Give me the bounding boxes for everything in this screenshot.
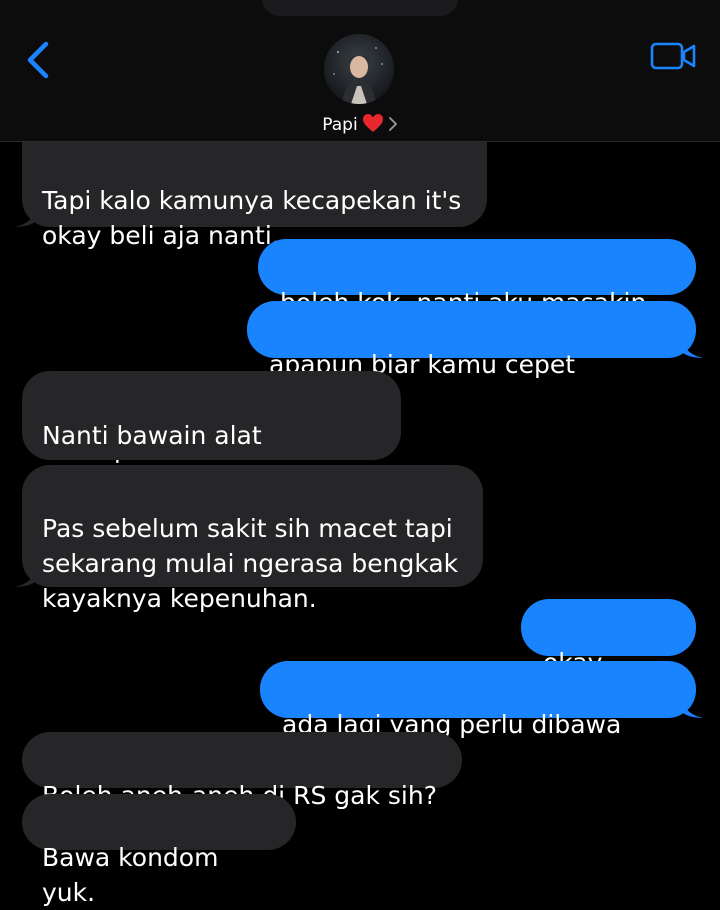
contact-photo: [324, 34, 394, 104]
chevron-right-icon: [388, 117, 397, 131]
message-text: Pas sebelum sakit sih macet tapi sekaran…: [42, 514, 459, 613]
message-bubble-sent[interactable]: boleh kok, nanti aku masakin ya: [258, 239, 696, 352]
message-bubble-sent[interactable]: okay noted: [521, 599, 696, 712]
bubble-tail: [14, 207, 36, 227]
message-bubble-sent[interactable]: apapun biar kamu cepet sembuh: [247, 301, 704, 414]
message-bubble-received[interactable]: Nanti bawain alat pumping sekalian.: [22, 371, 401, 520]
chevron-left-icon: [27, 41, 49, 79]
conversation-header: Papi: [0, 0, 720, 142]
message-text: Bawa kondom yuk.: [42, 843, 219, 907]
facetime-video-button[interactable]: [650, 40, 698, 72]
red-heart-icon: [362, 114, 383, 132]
message-bubble-received[interactable]: Bawa kondom yuk.: [22, 794, 296, 907]
contact-name: Papi: [322, 115, 358, 135]
video-camera-icon: [650, 42, 696, 70]
bubble-tail: [682, 338, 704, 358]
contact-name-row[interactable]: Papi: [0, 113, 720, 136]
dynamic-island: [262, 0, 458, 16]
contact-avatar[interactable]: [324, 34, 394, 104]
message-bubble-sent[interactable]: ada lagi yang perlu dibawa gak?: [260, 661, 704, 774]
bubble-tail: [14, 567, 36, 587]
message-bubble-received[interactable]: Pas sebelum sakit sih macet tapi sekaran…: [14, 465, 483, 613]
message-bubble-received[interactable]: Boleh aneh-aneh di RS gak sih?: [22, 732, 462, 810]
back-button[interactable]: [20, 38, 60, 82]
bubble-tail: [682, 698, 704, 718]
message-bubble-received[interactable]: Tapi kalo kamunya kecapekan it's okay be…: [14, 141, 487, 250]
